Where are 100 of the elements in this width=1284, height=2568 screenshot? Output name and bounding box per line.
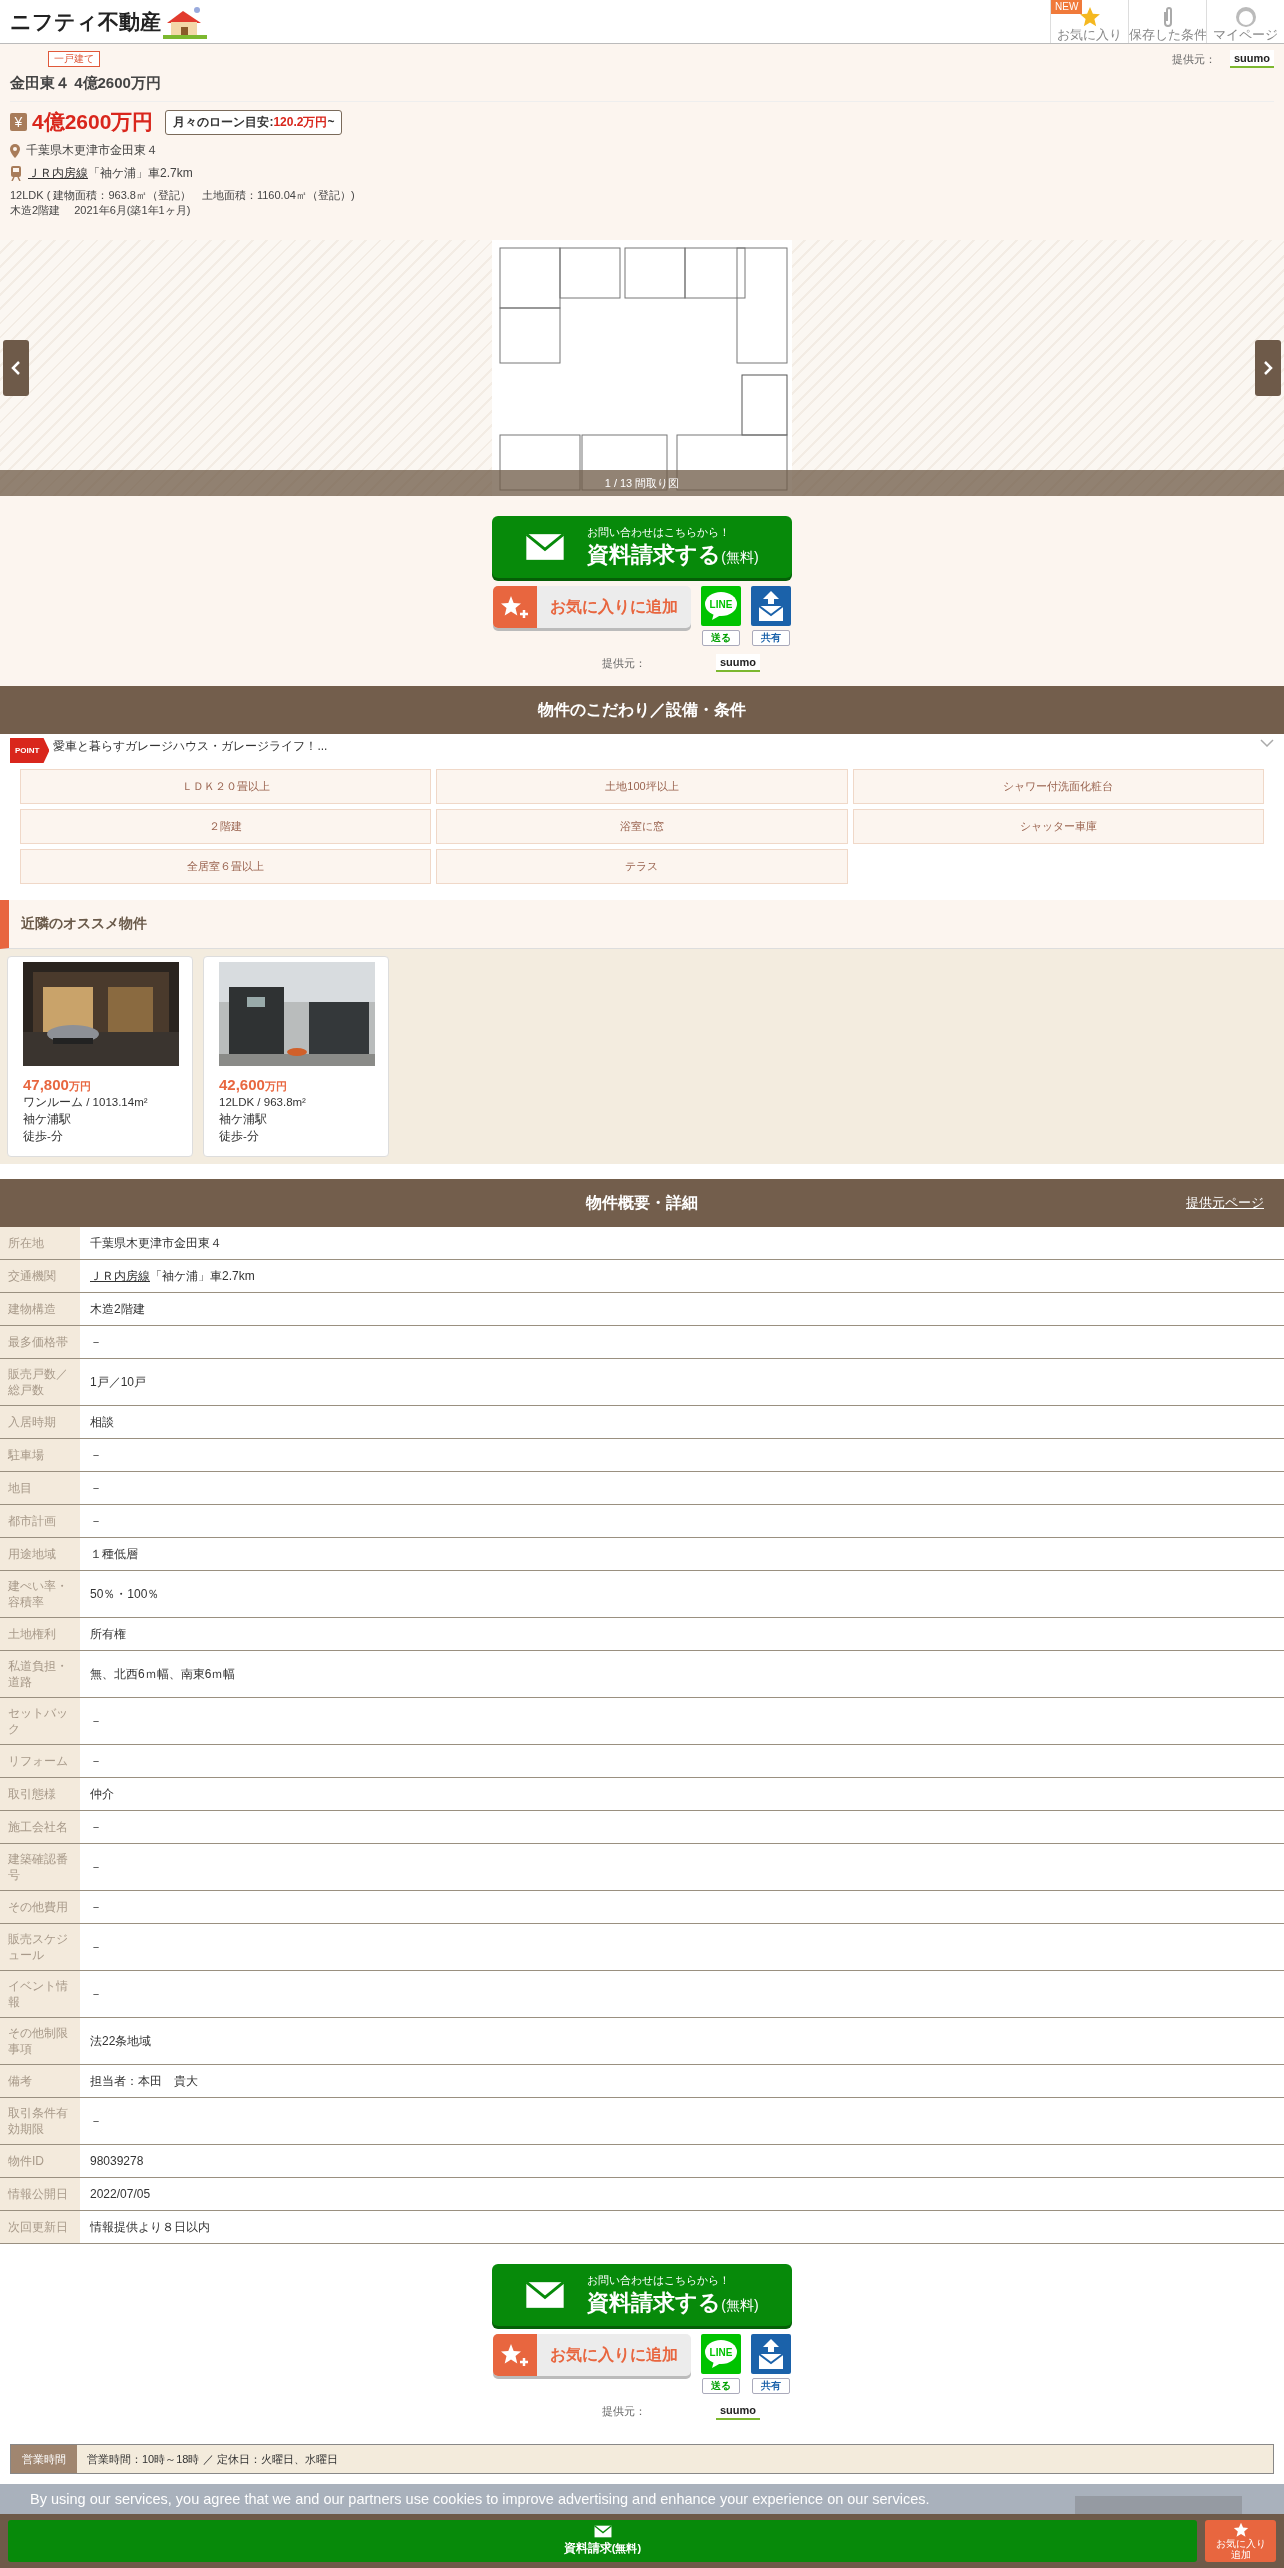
property-card[interactable]: 42,600万円 12LDK / 963.8m² 袖ケ浦駅 徒歩-分 <box>203 956 389 1157</box>
image-caption: 1 / 13 間取り図 <box>0 470 1284 496</box>
provider-logo: suumo <box>716 654 761 672</box>
row-label: 地目 <box>0 1472 80 1504</box>
chevron-left-icon <box>11 361 21 375</box>
row-label: その他制限事項 <box>0 2018 80 2064</box>
section-title: 物件概要・詳細 <box>586 1192 698 1213</box>
feature-tag: 土地100坪以上 <box>436 769 848 804</box>
feature-tag: シャワー付洗面化粧台 <box>852 769 1264 804</box>
row-value: 50％・100％ <box>90 1585 160 1603</box>
star-plus-icon <box>500 594 530 620</box>
feature-tag: シャッター車庫 <box>852 809 1264 844</box>
row-label: 最多価格帯 <box>0 1326 80 1358</box>
request-info-button[interactable]: お問い合わせはこちらから！ 資料請求する(無料) <box>492 516 792 578</box>
point-text: 愛車と暮らすガレージハウス・ガレージライフ！... <box>53 738 329 755</box>
row-label: 建築確認番号 <box>0 1844 80 1890</box>
row-value: 情報提供より８日以内 <box>90 2218 210 2236</box>
row-label: 私道負担・道路 <box>0 1651 80 1697</box>
request-info-button[interactable]: 資料請求(無料) <box>8 2520 1197 2562</box>
site-logo[interactable]: ニフティ不動産 <box>10 7 161 36</box>
house-icon <box>163 4 207 39</box>
mail-upload-icon <box>757 590 785 622</box>
new-badge: NEW <box>1051 0 1083 14</box>
add-favorite-button[interactable]: お気に入り 追加 <box>1205 2520 1276 2562</box>
property-card[interactable]: 47,800万円 ワンルーム / 1013.14m² 袖ケ浦駅 徒歩-分 <box>7 956 193 1157</box>
row-value: － <box>90 1898 102 1916</box>
mail-upload-icon <box>757 2338 785 2370</box>
provider-label: 提供元： <box>1171 51 1216 67</box>
row-label: 販売スケジュール <box>0 1924 80 1970</box>
row-value: 無、北西6ｍ幅、南東6ｍ幅 <box>90 1665 236 1683</box>
loan-estimate[interactable]: 月々のローン目安:120.2万円~ <box>165 109 343 135</box>
provider-page-link[interactable]: 提供元ページ <box>1186 1194 1264 1212</box>
row-value: － <box>90 1446 102 1464</box>
row-label: 交通機関 <box>0 1260 80 1292</box>
row-value: 木造2階建 <box>90 1300 145 1318</box>
row-label: 土地権利 <box>0 1618 80 1650</box>
row-value: １種低層 <box>90 1545 138 1563</box>
star-icon <box>1078 6 1101 28</box>
feature-tag: 浴室に窓 <box>436 809 848 844</box>
feature-tag: テラス <box>436 849 848 884</box>
feature-tag: 全居室６畳以上 <box>20 849 432 884</box>
row-value: － <box>90 1938 102 1956</box>
row-value: 担当者：本田 貴大 <box>90 2072 198 2090</box>
nav-item[interactable]: 保存した条件 <box>1128 0 1206 43</box>
row-value: 2022/07/05 <box>90 2187 151 2201</box>
row-value: － <box>90 1858 102 1876</box>
train-line-link[interactable]: ＪＲ内房線 <box>28 166 88 180</box>
row-value: 相談 <box>90 1413 114 1431</box>
row-label: 備考 <box>0 2065 80 2097</box>
nav-item[interactable]: マイページ <box>1206 0 1284 43</box>
price: 4億2600万円 <box>32 109 154 135</box>
row-value: 98039278 <box>90 2154 144 2168</box>
row-value: 所有権 <box>90 1625 126 1643</box>
provider-label: 提供元： <box>602 2403 646 2419</box>
spec-line: 木造2階建 2021年6月(築1年1ヶ月) <box>10 203 192 218</box>
yen-icon: ¥ <box>10 113 27 131</box>
nav-item[interactable]: NEW お気に入り <box>1050 0 1128 43</box>
row-label: イベント情報 <box>0 1971 80 2017</box>
row-label: 取引条件有効期限 <box>0 2098 80 2144</box>
row-label: 販売戸数／総戸数 <box>0 1359 80 1405</box>
row-label: セットバック <box>0 1698 80 1744</box>
spec-line: 12LDK ( 建物面積：963.8㎡（登記） 土地面積：1160.04㎡（登記）) <box>10 188 356 203</box>
row-label: 入居時期 <box>0 1406 80 1438</box>
row-value: － <box>90 1479 102 1497</box>
row-value: － <box>90 1752 102 1770</box>
chevron-right-icon <box>1263 361 1273 375</box>
station-access: 「袖ケ浦」車2.7km <box>88 166 193 180</box>
train-line-link[interactable]: ＪＲ内房線 <box>90 1267 150 1285</box>
address: 千葉県木更津市金田東４ <box>26 142 158 159</box>
row-value: 千葉県木更津市金田東４ <box>90 1234 222 1252</box>
row-label: 所在地 <box>0 1227 80 1259</box>
next-button[interactable] <box>1255 340 1281 396</box>
row-label: 物件ID <box>0 2145 80 2177</box>
row-value: 「袖ケ浦」車2.7km <box>150 1267 255 1285</box>
section-header: 近隣のオススメ物件 <box>0 900 1284 949</box>
envelope-icon <box>593 2525 612 2538</box>
add-favorite-button[interactable]: お気に入りに追加 <box>493 586 691 628</box>
row-value: － <box>90 1512 102 1530</box>
row-label: 建物構造 <box>0 1293 80 1325</box>
provider-logo: suumo <box>1229 50 1274 68</box>
row-value: 1戸／10戸 <box>90 1373 147 1391</box>
row-label: リフォーム <box>0 1745 80 1777</box>
row-value: － <box>90 1712 102 1730</box>
train-icon <box>10 166 22 181</box>
feature-tag: ２階建 <box>20 809 432 844</box>
row-label: 用途地域 <box>0 1538 80 1570</box>
request-info-button[interactable]: お問い合わせはこちらから！ 資料請求する(無料) <box>492 2264 792 2326</box>
feature-tag: ＬＤＫ２０畳以上 <box>20 769 432 804</box>
add-favorite-button[interactable]: お気に入りに追加 <box>493 2334 691 2376</box>
row-label: 都市計画 <box>0 1505 80 1537</box>
hours-label: 営業時間 <box>11 2445 77 2473</box>
pin-icon <box>10 143 20 158</box>
row-value: － <box>90 1985 102 2003</box>
row-value: 仲介 <box>90 1785 114 1803</box>
envelope-icon <box>525 2281 566 2309</box>
previous-button[interactable] <box>3 340 29 396</box>
row-value: － <box>90 1333 102 1351</box>
star-plus-icon <box>500 2342 530 2368</box>
provider-label: 提供元： <box>602 655 646 671</box>
row-label: 取引態様 <box>0 1778 80 1810</box>
